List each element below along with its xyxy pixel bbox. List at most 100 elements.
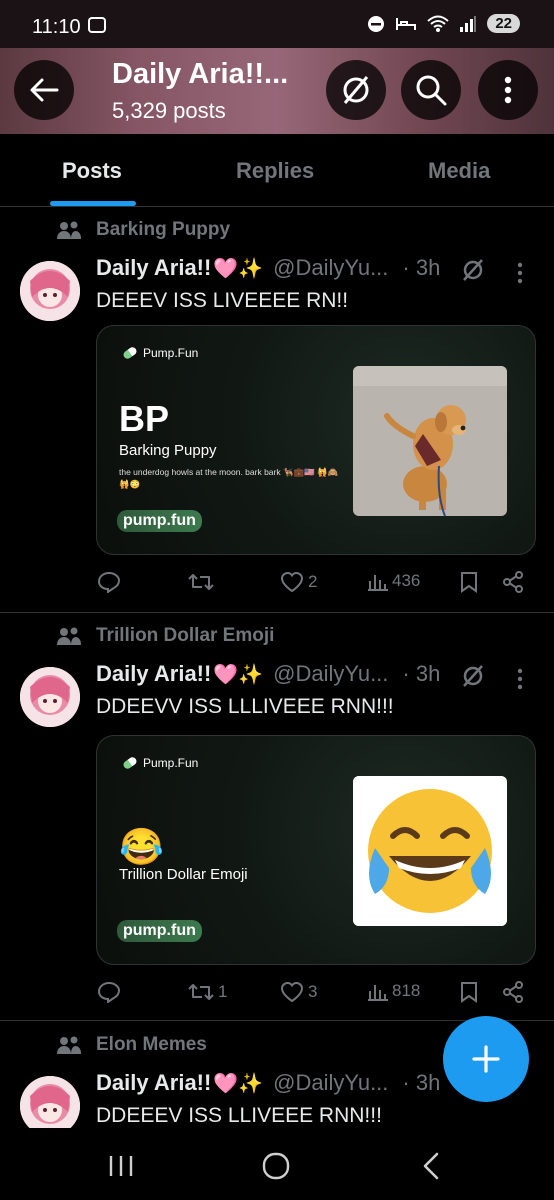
author-name[interactable]: Daily Aria!! [96, 255, 211, 281]
back-button[interactable] [14, 60, 74, 120]
reply-icon [98, 571, 120, 593]
community-context[interactable]: Barking Puppy [56, 219, 230, 241]
link-card[interactable]: Pump.Fun 😂 Trillion Dollar Emoji pump.fu… [96, 735, 536, 965]
author-handle[interactable]: @DailyYu... [273, 661, 388, 687]
repost-count: 1 [218, 982, 228, 1001]
avatar[interactable] [20, 261, 80, 321]
post-time[interactable]: · 3h [402, 1070, 440, 1096]
card-brand-label: Pump.Fun [143, 346, 199, 360]
card-description: the underdog howls at the moon. bark bar… [119, 467, 339, 489]
card-link[interactable]: pump.fun [117, 920, 202, 942]
system-nav-bar [0, 1128, 554, 1200]
like-count: 2 [308, 572, 318, 591]
community-icon [57, 1036, 81, 1054]
grok-icon [343, 76, 369, 104]
author-name[interactable]: Daily Aria!! [96, 661, 211, 687]
home-icon[interactable] [262, 1152, 290, 1180]
card-image-laughing-emoji [353, 776, 507, 926]
dnd-icon [368, 15, 385, 32]
card-token-name: Trillion Dollar Emoji [119, 866, 248, 883]
card-link[interactable]: pump.fun [117, 510, 202, 532]
tab-media[interactable]: Media [428, 158, 490, 184]
laughing-emoji-image [353, 776, 507, 926]
bookmark-button[interactable] [460, 571, 478, 593]
sleep-icon [396, 17, 417, 30]
grok-post-button[interactable] [460, 663, 486, 694]
grok-icon [463, 259, 483, 281]
post-time[interactable]: · 3h [402, 661, 440, 687]
avatar[interactable] [20, 667, 80, 727]
grok-post-button[interactable] [460, 257, 486, 288]
more-options-button[interactable] [478, 60, 538, 120]
post-text: DDEEEV ISS LLIVEEE RNN!!! [96, 1104, 382, 1127]
pill-icon [121, 755, 139, 771]
view-count: 818 [392, 981, 421, 1000]
post-more-icon[interactable] [516, 667, 524, 691]
author-emoji: 🩷✨ [213, 663, 264, 686]
like-button[interactable]: 3 [280, 981, 317, 1003]
author-row: Daily Aria!! 🩷✨ @DailyYu... · 3h [96, 661, 440, 687]
search-button[interactable] [401, 60, 461, 120]
views-button[interactable]: 818 [368, 981, 420, 1001]
author-emoji: 🩷✨ [213, 257, 264, 280]
post-time[interactable]: · 3h [402, 255, 440, 281]
share-button[interactable] [502, 981, 524, 1003]
recent-apps-icon[interactable] [108, 1154, 134, 1178]
link-card[interactable]: Pump.Fun BP Barking Puppy the underdog h… [96, 325, 536, 555]
post-actions: 1 3 818 [96, 981, 536, 1011]
share-button[interactable] [502, 571, 524, 593]
post[interactable]: Barking Puppy Daily Aria!! 🩷✨ @DailyYu..… [0, 207, 554, 613]
avatar[interactable] [20, 1076, 80, 1136]
grok-icon [463, 665, 483, 687]
community-icon [57, 221, 81, 239]
compose-post-button[interactable] [443, 1016, 529, 1102]
author-emoji: 🩷✨ [213, 1072, 264, 1095]
wifi-icon [427, 15, 449, 32]
views-button[interactable]: 436 [368, 571, 420, 591]
author-handle[interactable]: @DailyYu... [273, 255, 388, 281]
reply-button[interactable] [98, 571, 120, 593]
card-image-puppy [353, 366, 507, 516]
post-text: DEEEV ISS LIVEEEE RN!! [96, 289, 349, 312]
tab-posts[interactable]: Posts [62, 158, 122, 184]
like-button[interactable]: 2 [280, 571, 317, 593]
post-more-icon[interactable] [516, 261, 524, 285]
post-count: 5,329 posts [112, 98, 226, 123]
community-context[interactable]: Elon Memes [56, 1034, 207, 1056]
bookmark-button[interactable] [460, 981, 478, 1003]
card-brand: Pump.Fun [121, 755, 199, 771]
avatar-image [20, 667, 80, 727]
grok-button[interactable] [326, 60, 386, 120]
post[interactable]: Trillion Dollar Emoji Daily Aria!! 🩷✨ @D… [0, 613, 554, 1021]
community-context[interactable]: Trillion Dollar Emoji [56, 625, 274, 647]
card-brand-label: Pump.Fun [143, 756, 199, 770]
repost-button[interactable]: 1 [188, 981, 227, 1003]
repost-button[interactable] [188, 571, 214, 593]
author-row: Daily Aria!! 🩷✨ @DailyYu... · 3h [96, 1070, 440, 1096]
card-brand: Pump.Fun [121, 345, 199, 361]
author-handle[interactable]: @DailyYu... [273, 1070, 388, 1096]
back-nav-icon[interactable] [422, 1152, 440, 1180]
card-emoji: 😂 [119, 826, 164, 867]
view-count: 436 [392, 571, 421, 590]
author-row: Daily Aria!! 🩷✨ @DailyYu... · 3h [96, 255, 440, 281]
repost-icon [188, 574, 214, 590]
tab-replies[interactable]: Replies [236, 158, 314, 184]
plus-icon [472, 1045, 500, 1073]
community-name: Trillion Dollar Emoji [96, 625, 275, 646]
author-name[interactable]: Daily Aria!! [96, 1070, 211, 1096]
more-vertical-icon [504, 76, 512, 104]
share-icon [503, 981, 523, 1003]
reply-icon [98, 981, 120, 1003]
repost-icon [188, 984, 214, 1000]
reply-button[interactable] [98, 981, 120, 1003]
community-icon [57, 627, 81, 645]
community-name: Elon Memes [96, 1034, 207, 1055]
post-actions: 2 436 [96, 571, 536, 601]
bookmark-icon [461, 982, 477, 1003]
screenshot-icon [88, 17, 106, 33]
pill-icon [121, 345, 139, 361]
community-name: Barking Puppy [96, 219, 231, 240]
card-token-name: Barking Puppy [119, 442, 217, 459]
post-text: DDEEVV ISS LLLIVEEE RNN!!! [96, 695, 394, 718]
